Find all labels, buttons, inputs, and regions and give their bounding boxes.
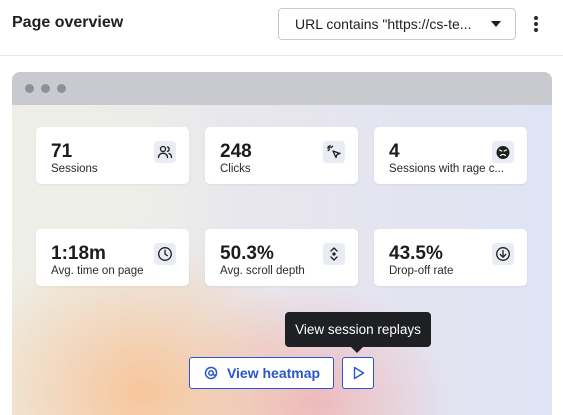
- metric-value: 43.5%: [389, 243, 443, 264]
- view-heatmap-label: View heatmap: [226, 365, 321, 381]
- metric-label: Avg. scroll depth: [220, 265, 305, 277]
- session-replays-tooltip: View session replays: [285, 312, 431, 353]
- metric-value: 4: [389, 141, 400, 162]
- metric-value: 71: [51, 141, 73, 162]
- angry-face-icon: [492, 141, 514, 163]
- metric-value: 1:18m: [51, 243, 106, 264]
- metric-label: Avg. time on page: [51, 265, 144, 277]
- metric-label: Clicks: [220, 163, 251, 175]
- scroll-icon: [323, 243, 345, 265]
- metric-card-time-on-page: 1:18m Avg. time on page: [36, 229, 189, 286]
- clock-icon: [154, 243, 176, 265]
- caret-down-icon: [491, 21, 501, 27]
- metric-card-sessions: 71 Sessions: [36, 127, 189, 184]
- window-dot: [41, 84, 50, 93]
- window-dot: [25, 84, 34, 93]
- view-heatmap-button[interactable]: View heatmap: [189, 357, 334, 389]
- window-dot: [57, 84, 66, 93]
- arrow-down-circle-icon: [492, 243, 514, 265]
- metric-label: Drop-off rate: [389, 265, 454, 277]
- metric-value: 248: [220, 141, 252, 162]
- heatmap-icon: [204, 366, 218, 380]
- metric-card-scroll-depth: 50.3% Avg. scroll depth: [205, 229, 358, 286]
- page-header: Page overview URL contains "https://cs-t…: [0, 0, 563, 56]
- cursor-click-icon: [323, 141, 345, 163]
- metric-value: 50.3%: [220, 243, 274, 264]
- metric-card-drop-off: 43.5% Drop-off rate: [374, 229, 527, 286]
- url-filter-dropdown[interactable]: URL contains "https://cs-te...: [278, 8, 516, 40]
- metric-card-clicks: 248 Clicks: [205, 127, 358, 184]
- url-filter-value: URL contains "https://cs-te...: [295, 16, 472, 32]
- view-session-replays-button[interactable]: [342, 357, 374, 389]
- metric-label: Sessions: [51, 163, 98, 175]
- browser-title-bar: [12, 72, 552, 105]
- page-title: Page overview: [12, 14, 124, 31]
- more-options-icon[interactable]: [530, 14, 542, 34]
- users-icon: [154, 141, 176, 163]
- play-icon: [353, 366, 365, 380]
- metric-card-rage-clicks: 4 Sessions with rage c...: [374, 127, 527, 184]
- metric-label: Sessions with rage c...: [389, 163, 505, 175]
